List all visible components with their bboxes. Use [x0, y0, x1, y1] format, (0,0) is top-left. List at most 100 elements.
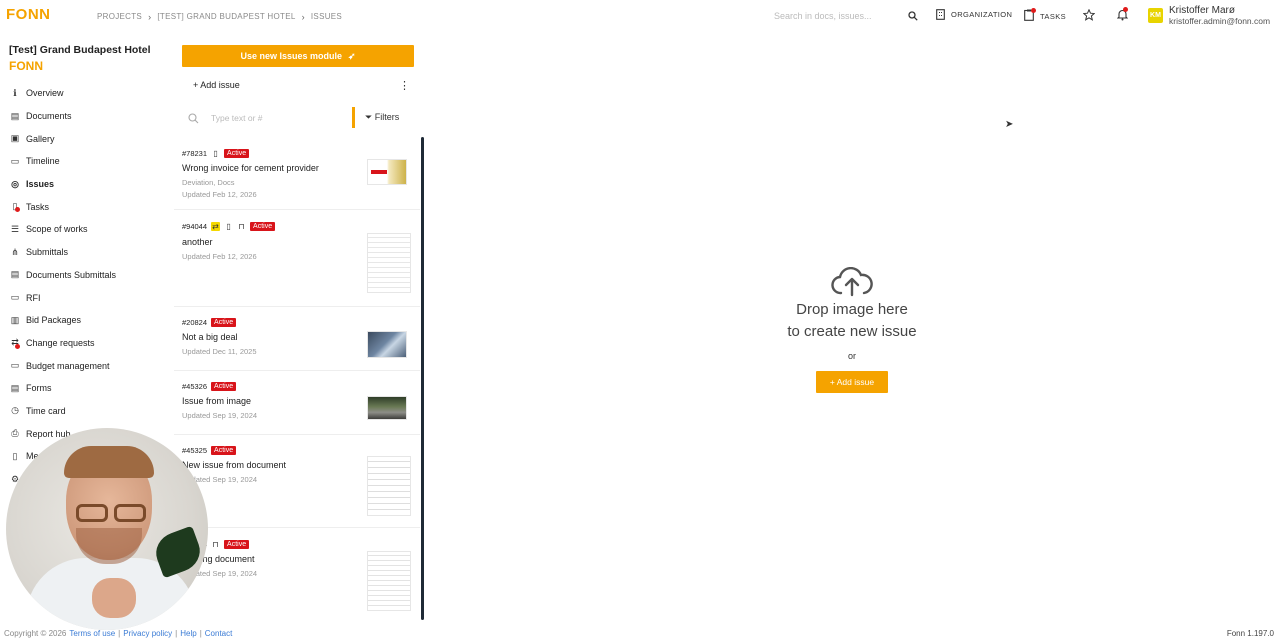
notification-dot: [15, 343, 20, 349]
project-logo: FONN: [9, 59, 43, 73]
sidebar-item-label: Scope of works: [26, 224, 88, 235]
avatar: KM: [1148, 8, 1163, 23]
status-badge: Active: [211, 382, 237, 391]
issue-title: New issue from document: [182, 460, 287, 470]
status-badge: Active: [211, 446, 237, 455]
issue-row[interactable]: #45324 ⊓ Active Missing document Updated…: [174, 529, 420, 620]
more-options-icon[interactable]: ⋮: [399, 79, 410, 92]
sidebar-item-label: RFI: [26, 292, 41, 303]
sidebar-item-timeline[interactable]: ▭ Timeline: [0, 150, 173, 173]
sidebar-item-label: Issues: [26, 179, 55, 190]
dropzone-subtitle: to create new issue: [787, 323, 917, 340]
status-badge: Active: [224, 540, 250, 549]
issue-row[interactable]: #20824 Active Not a big deal Updated Dec…: [174, 308, 420, 371]
divider: [352, 107, 355, 128]
issue-id: #78231: [182, 149, 208, 158]
sidebar-item-budget-management[interactable]: ▭ Budget management: [0, 354, 173, 377]
favorites-button[interactable]: [1083, 9, 1095, 21]
search-input[interactable]: [774, 11, 894, 21]
version-label: Fonn 1.197.0: [1226, 629, 1274, 638]
chevron-right-icon: ›: [301, 12, 305, 22]
sidebar-item-issues[interactable]: ◎ Issues: [0, 173, 173, 196]
sidebar-item-label: Change requests: [26, 337, 95, 348]
issues-panel: Use new Issues module ➶ + Add issue ⋮ Ty…: [174, 34, 424, 620]
submittals-icon: ⋔: [11, 246, 19, 257]
sidebar-item-gallery[interactable]: ▣ Gallery: [0, 127, 173, 150]
sidebar-item-label: Documents: [26, 111, 72, 122]
sidebar-item-documents-submittals[interactable]: ▤ Documents Submittals: [0, 264, 173, 287]
add-issue-link[interactable]: + Add issue: [193, 80, 240, 90]
sidebar-item-change-requests[interactable]: ⇄ Change requests: [0, 332, 173, 355]
use-new-issues-module-button[interactable]: Use new Issues module ➶: [182, 45, 414, 67]
add-issue-button[interactable]: + Add issue: [816, 371, 888, 393]
rocket-icon: ➶: [348, 50, 356, 61]
issue-row[interactable]: #45325 Active New issue from document Up…: [174, 436, 420, 528]
issue-search-input[interactable]: Type text or #: [211, 113, 263, 123]
sidebar-item-forms[interactable]: ▤ Forms: [0, 377, 173, 400]
user-menu[interactable]: KM Kristoffer Marø kristoffer.admin@fonn…: [1148, 5, 1270, 26]
top-bar: FONN PROJECTS › [TEST] GRAND BUDAPEST HO…: [0, 0, 1280, 34]
mouse-cursor-icon: ➤: [1005, 119, 1014, 130]
dropzone-title: Drop image here: [796, 301, 908, 318]
organization-label: ORGANIZATION: [951, 10, 1013, 19]
sidebar-item-time-card[interactable]: ◷ Time card: [0, 400, 173, 423]
sidebar-item-overview[interactable]: ℹ Overview: [0, 82, 173, 105]
filters-button[interactable]: ⏷ Filters: [365, 112, 399, 123]
issue-id: #20824: [182, 318, 208, 327]
issues-icon: ◎: [11, 178, 19, 189]
breadcrumb-issues: ISSUES: [310, 12, 343, 21]
issue-id: #45326: [182, 382, 208, 391]
lock-icon: ⊓: [238, 222, 245, 231]
issue-thumbnail: [367, 396, 407, 420]
search-icon: [188, 112, 199, 123]
organization-link[interactable]: ORGANIZATION: [936, 9, 1012, 20]
fonn-logo[interactable]: FONN: [6, 6, 51, 23]
button-label: Use new Issues module: [240, 51, 342, 61]
breadcrumb-projects[interactable]: PROJECTS: [97, 12, 142, 22]
global-search: [774, 8, 918, 24]
issue-thumbnail: [367, 456, 411, 516]
tasks-label: TASKS: [1040, 12, 1067, 21]
breadcrumb-project[interactable]: [TEST] GRAND BUDAPEST HOTEL: [157, 12, 295, 22]
user-name: Kristoffer Marø: [1169, 5, 1235, 16]
issue-search: Type text or #: [188, 108, 354, 128]
forms-icon: ▤: [10, 382, 20, 393]
breadcrumb: PROJECTS › [TEST] GRAND BUDAPEST HOTEL ›…: [97, 12, 342, 22]
issue-row[interactable]: #78231 ▯ Active Wrong invoice for cement…: [174, 139, 420, 210]
list-icon: ☰: [10, 223, 20, 234]
sidebar-item-label: Tasks: [26, 201, 50, 212]
issue-row[interactable]: #94044 ⇄ ▯ ⊓ Active another Updated Feb …: [174, 211, 420, 307]
sidebar-item-label: Documents Submittals: [26, 269, 117, 280]
notification-dot: [1123, 7, 1128, 12]
notifications-button[interactable]: [1116, 7, 1129, 24]
members-icon: ▯: [12, 450, 18, 461]
issue-thumbnail: [367, 233, 411, 293]
issue-row[interactable]: #45326 Active Issue from image Updated S…: [174, 372, 420, 435]
sidebar-item-documents[interactable]: ▤ Documents: [0, 105, 173, 128]
clock-icon: ◷: [11, 405, 19, 416]
package-icon: ▥: [10, 314, 20, 325]
sidebar-item-rfi[interactable]: ▭ RFI: [0, 286, 173, 309]
sidebar-item-submittals[interactable]: ⋔ Submittals: [0, 241, 173, 264]
building-icon: [936, 9, 945, 20]
gallery-icon: ▣: [10, 133, 20, 144]
contact-link[interactable]: Contact: [205, 629, 233, 638]
issue-thumbnail: [367, 159, 407, 185]
dropzone[interactable]: Drop image here to create new issue or +…: [424, 34, 1280, 620]
sidebar-item-scope-of-works[interactable]: ☰ Scope of works: [0, 218, 173, 241]
sidebar-item-label: Budget management: [26, 360, 110, 371]
issue-id: #45325: [182, 446, 208, 455]
webcam-overlay: [6, 428, 208, 630]
sidebar-item-bid-packages[interactable]: ▥ Bid Packages: [0, 309, 173, 332]
status-badge: Active: [211, 318, 237, 327]
copyright-text: Copyright © 2026: [4, 629, 67, 638]
issue-title: Wrong invoice for cement provider: [182, 163, 319, 173]
sidebar-item-tasks[interactable]: ▯ Tasks: [0, 195, 173, 218]
terms-link[interactable]: Terms of use: [69, 629, 115, 638]
tasks-link[interactable]: TASKS: [1024, 8, 1067, 24]
privacy-link[interactable]: Privacy policy: [123, 629, 172, 638]
help-link[interactable]: Help: [180, 629, 196, 638]
search-icon[interactable]: [908, 11, 918, 21]
sidebar-item-label: Overview: [26, 88, 64, 99]
filter-icon: ⏷: [365, 112, 373, 122]
